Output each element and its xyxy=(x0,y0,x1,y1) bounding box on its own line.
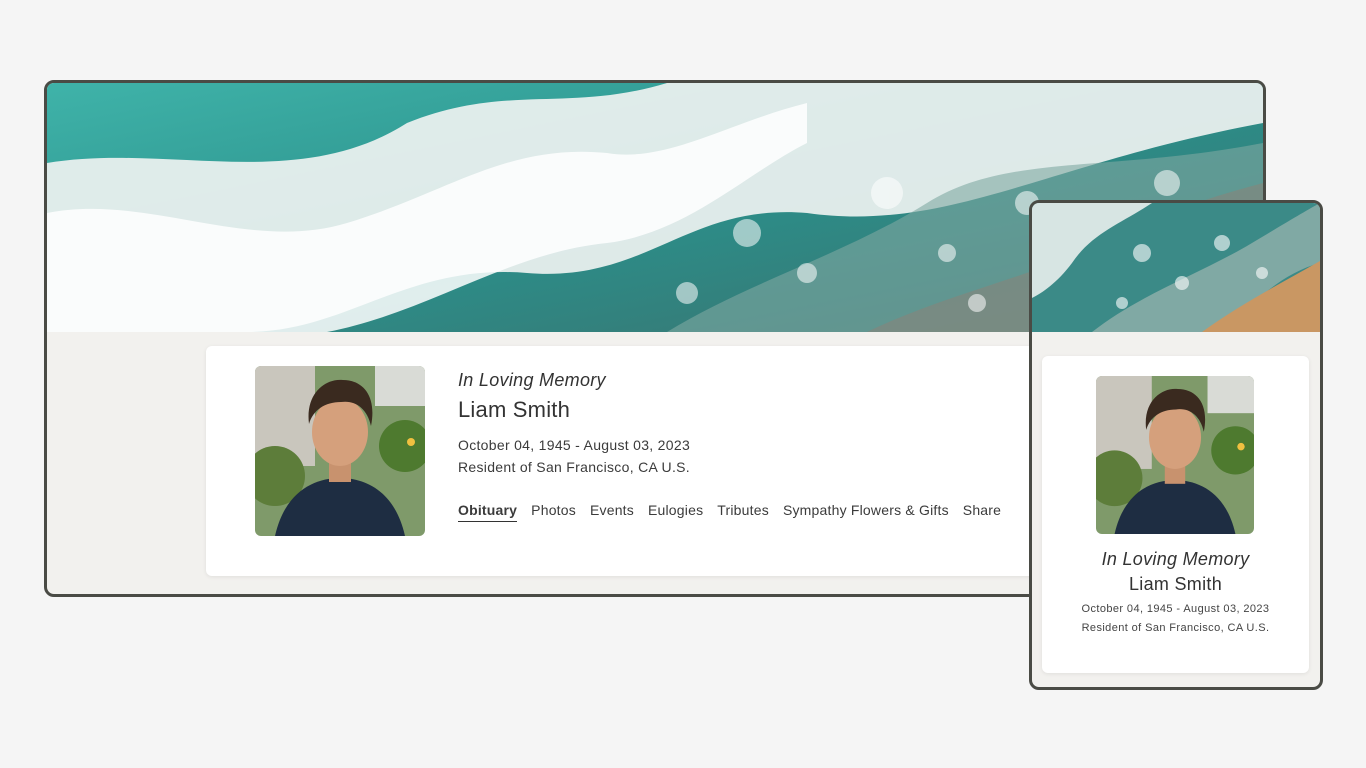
mobile-deceased-name: Liam Smith xyxy=(1128,574,1223,594)
tab-sympathy-flowers-gifts[interactable]: Sympathy Flowers & Gifts xyxy=(783,502,949,522)
memory-heading: In Loving Memory xyxy=(458,370,606,390)
mobile-residence-text: Resident of San Francisco, CA U.S. xyxy=(1081,622,1270,634)
portrait-photo xyxy=(255,366,425,536)
tab-obituary[interactable]: Obituary xyxy=(458,502,518,522)
mobile-memorial-info: In Loving Memory Liam Smith October 04, … xyxy=(1042,549,1309,634)
mobile-portrait-photo xyxy=(1096,376,1254,534)
tab-share[interactable]: Share xyxy=(963,502,1001,522)
tab-photos[interactable]: Photos xyxy=(531,502,576,522)
life-dates: October 04, 1945 - August 03, 2023 xyxy=(458,437,691,453)
memorial-info: In Loving Memory Liam Smith October 04, … xyxy=(458,370,1066,522)
mobile-preview-frame: In Loving Memory Liam Smith October 04, … xyxy=(1029,200,1323,690)
mobile-memory-heading: In Loving Memory xyxy=(1101,549,1250,569)
mobile-life-dates: October 04, 1945 - August 03, 2023 xyxy=(1081,603,1270,615)
mobile-memorial-card: In Loving Memory Liam Smith October 04, … xyxy=(1042,356,1309,673)
tab-events[interactable]: Events xyxy=(590,502,634,522)
tab-tributes[interactable]: Tributes xyxy=(717,502,769,522)
mobile-ocean-banner xyxy=(1032,203,1320,332)
residence-text: Resident of San Francisco, CA U.S. xyxy=(458,459,690,475)
memorial-tabs: Obituary Photos Events Eulogies Tributes… xyxy=(458,502,1066,522)
tab-eulogies[interactable]: Eulogies xyxy=(648,502,703,522)
memorial-card: In Loving Memory Liam Smith October 04, … xyxy=(206,346,1086,576)
deceased-name: Liam Smith xyxy=(458,397,571,422)
